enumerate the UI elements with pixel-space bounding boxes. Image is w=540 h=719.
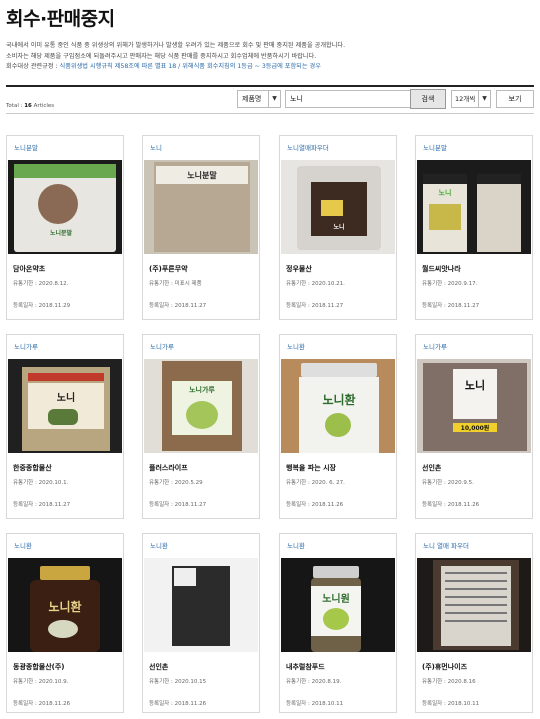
expiry-date: 유통기한 : 2020.10.15	[149, 679, 207, 685]
product-card[interactable]: 노니분말 노니 월드씨앗나라 유통기한 : 2020.9.17. 등록일자 : …	[415, 135, 533, 320]
product-card[interactable]: 노니가루 노니가루 플러스라이프 유통기한 : 2020.5.29 등록일자 :…	[142, 334, 260, 519]
product-card[interactable]: 노니가루 노니 10,000원 선인촌 유통기한 : 2020.9.5. 등록일…	[415, 334, 533, 519]
product-category: 노니 열매 파우더	[423, 542, 469, 550]
page-size-select[interactable]: 12개씩 ▼	[451, 90, 491, 108]
product-category: 노니환	[287, 542, 305, 550]
registered-date: 등록일자 : 2018.11.26	[13, 701, 71, 707]
registered-date: 등록일자 : 2018.11.27	[286, 303, 344, 309]
product-image: 노니	[417, 160, 531, 254]
search-category-select[interactable]: 제품명 ▼	[237, 90, 281, 108]
product-image: 노니 10,000원	[417, 359, 531, 453]
expiry-date: 유통기한 : 2020. 6. 27.	[286, 480, 345, 486]
expiry-date: 유통기한 : 2020.8.16	[422, 679, 476, 685]
product-category: 노니환	[150, 542, 168, 550]
expiry-date: 유통기한 : 2020.8.19.	[286, 679, 342, 685]
expiry-date: 유통기한 : 미표시 제품	[149, 281, 202, 287]
registered-date: 등록일자 : 2018.10.11	[422, 701, 480, 707]
product-card[interactable]: 노니환 노니환 동광종합물산(주) 유통기한 : 2020.10.9. 등록일자…	[6, 533, 124, 713]
product-card[interactable]: 노니가루 노니 한중종합물산 유통기한 : 2020.10.1. 등록일자 : …	[6, 334, 124, 519]
total-count-value: 16	[24, 103, 32, 109]
product-image: 노니가루	[144, 359, 258, 453]
top-divider	[6, 85, 534, 87]
registered-date: 등록일자 : 2018.11.29	[13, 303, 71, 309]
registered-date: 등록일자 : 2018.11.26	[422, 502, 480, 508]
expiry-date: 유통기한 : 2020.9.17.	[422, 281, 478, 287]
description-line: 국내에서 이미 유통 중인 식품 중 위생상의 위해가 발생하거나 발생할 우려…	[6, 42, 346, 49]
product-name: 선인촌	[422, 464, 442, 472]
chevron-down-icon: ▼	[268, 91, 280, 107]
expiry-date: 유통기한 : 2020.10.9.	[13, 679, 69, 685]
search-input[interactable]: 노니	[285, 90, 411, 108]
product-name: 한중종합물산	[13, 464, 52, 472]
product-name: 내추럴참푸드	[286, 663, 325, 671]
page-description: 국내에서 이미 유통 중인 식품 중 위생상의 위해가 발생하거나 발생할 우려…	[6, 41, 536, 73]
product-name: 동광종합물산(주)	[13, 663, 65, 671]
expiry-date: 유통기한 : 2020.5.29	[149, 480, 203, 486]
product-category: 노니환	[287, 343, 305, 351]
recall-rule-label: 회수대상 관련규정 :	[6, 63, 60, 70]
product-card[interactable]: 노니 노니분말 (주)푸른무약 유통기한 : 미표시 제품 등록일자 : 201…	[142, 135, 260, 320]
expiry-date: 유통기한 : 2020.10.1.	[13, 480, 69, 486]
product-image: 노니분말	[144, 160, 258, 254]
registered-date: 등록일자 : 2018.11.26	[286, 502, 344, 508]
product-category: 노니열매파우더	[287, 144, 329, 152]
product-image: 노니환	[281, 359, 395, 453]
registered-date: 등록일자 : 2018.11.26	[149, 701, 207, 707]
product-card[interactable]: 노니분말 노니분말 담아온약초 유통기한 : 2020.8.12. 등록일자 :…	[6, 135, 124, 320]
product-image: 노니분말	[8, 160, 122, 254]
product-card[interactable]: 노니 열매 파우더 (주)휴먼나이즈 유통기한 : 2020.8.16 등록일자…	[415, 533, 533, 713]
product-image: 노니	[281, 160, 395, 254]
chevron-down-icon: ▼	[478, 91, 490, 107]
product-category: 노니	[150, 144, 162, 152]
product-card[interactable]: 노니환 선인촌 유통기한 : 2020.10.15 등록일자 : 2018.11…	[142, 533, 260, 713]
product-image	[144, 558, 258, 652]
page-title: 회수·판매중지	[6, 8, 115, 30]
product-category: 노니분말	[423, 144, 447, 152]
registered-date: 등록일자 : 2018.10.11	[286, 701, 344, 707]
product-card[interactable]: 노니환 노니원 내추럴참푸드 유통기한 : 2020.8.19. 등록일자 : …	[279, 533, 397, 713]
product-image: 노니	[8, 359, 122, 453]
toolbar-divider	[6, 113, 534, 114]
product-card[interactable]: 노니열매파우더 노니 정우물산 유통기한 : 2020.10.21. 등록일자 …	[279, 135, 397, 320]
product-category: 노니가루	[423, 343, 447, 351]
product-name: 플러스라이프	[149, 464, 188, 472]
product-name: 월드씨앗나라	[422, 265, 461, 273]
product-image	[417, 558, 531, 652]
product-category: 노니가루	[150, 343, 174, 351]
total-count: Total : 16 Articles	[6, 103, 55, 109]
product-name: 행복을 파는 시장	[286, 464, 336, 472]
product-card[interactable]: 노니환 노니환 행복을 파는 시장 유통기한 : 2020. 6. 27. 등록…	[279, 334, 397, 519]
product-name: (주)푸른무약	[149, 265, 188, 273]
product-name: 선인촌	[149, 663, 169, 671]
expiry-date: 유통기한 : 2020.9.5.	[422, 480, 474, 486]
expiry-date: 유통기한 : 2020.8.12.	[13, 281, 69, 287]
product-name: (주)휴먼나이즈	[422, 663, 468, 671]
description-line: 소비자는 해당 제품을 구입점소에 되돌려주시고 판매자는 해당 식품 판매를 …	[6, 52, 317, 60]
recall-rule-link[interactable]: 식품위생법 시행규칙 제58조에 따른 별표 18 / 위해식품 회수지침의 1…	[60, 63, 321, 70]
product-name: 담아온약초	[13, 265, 46, 273]
search-button[interactable]: 검색	[410, 89, 446, 109]
product-category: 노니분말	[14, 144, 38, 152]
product-category: 노니가루	[14, 343, 38, 351]
product-category: 노니환	[14, 542, 32, 550]
registered-date: 등록일자 : 2018.11.27	[422, 303, 480, 309]
product-image: 노니원	[281, 558, 395, 652]
product-image: 노니환	[8, 558, 122, 652]
recall-rule: 회수대상 관련규정 : 식품위생법 시행규칙 제58조에 따른 별표 18 / …	[6, 62, 536, 73]
expiry-date: 유통기한 : 2020.10.21.	[286, 281, 345, 287]
product-name: 정우물산	[286, 265, 312, 273]
view-button[interactable]: 보기	[496, 90, 534, 108]
registered-date: 등록일자 : 2018.11.27	[149, 502, 207, 508]
registered-date: 등록일자 : 2018.11.27	[149, 303, 207, 309]
registered-date: 등록일자 : 2018.11.27	[13, 502, 71, 508]
